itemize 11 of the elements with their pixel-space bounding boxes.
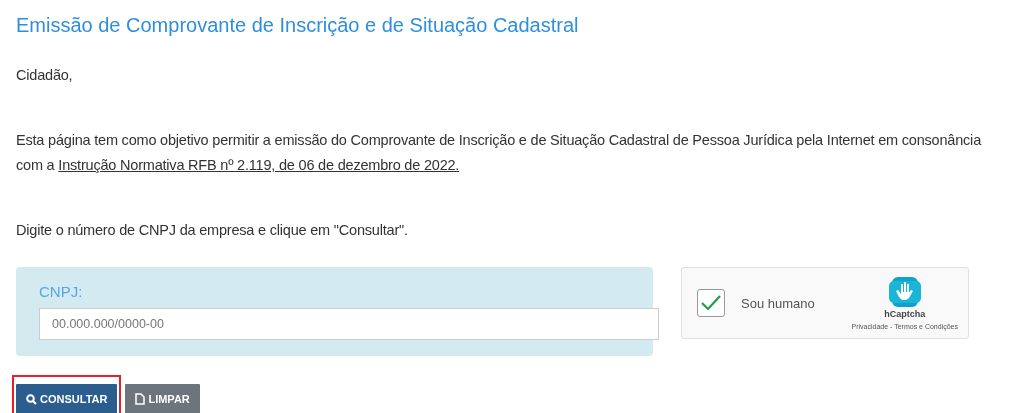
- cnpj-input[interactable]: 00.000.000/0000-00: [39, 308, 659, 340]
- captcha-label: Sou humano: [741, 295, 816, 311]
- instruction-text: Digite o número de CNPJ da empresa e clique em "Consultar".: [16, 221, 409, 240]
- regulation-link[interactable]: Instrução Normativa RFB nº 2.119, de 06 de dezembro de 2022.: [58, 157, 460, 173]
- consult-button[interactable]: CONSULTAR: [16, 384, 118, 413]
- captcha-brand: hCaptcha: [884, 308, 926, 319]
- clear-button[interactable]: LIMPAR: [125, 384, 200, 413]
- cnpj-label: CNPJ:: [39, 283, 84, 300]
- intro-paragraph: Esta página tem como objetivo permitir a emissão do Comprovante de Inscrição e de Situação Cadastral de Pessoa Jurídica pela Internet em consonância com a Instrução Normativa RFB nº 2.119, de 06 de dezembro de 2022.: [16, 131, 983, 175]
- greeting: Cidadão,: [16, 66, 74, 85]
- page-title: Emissão de Comprovante de Inscrição e de Situação Cadastral: [16, 14, 580, 37]
